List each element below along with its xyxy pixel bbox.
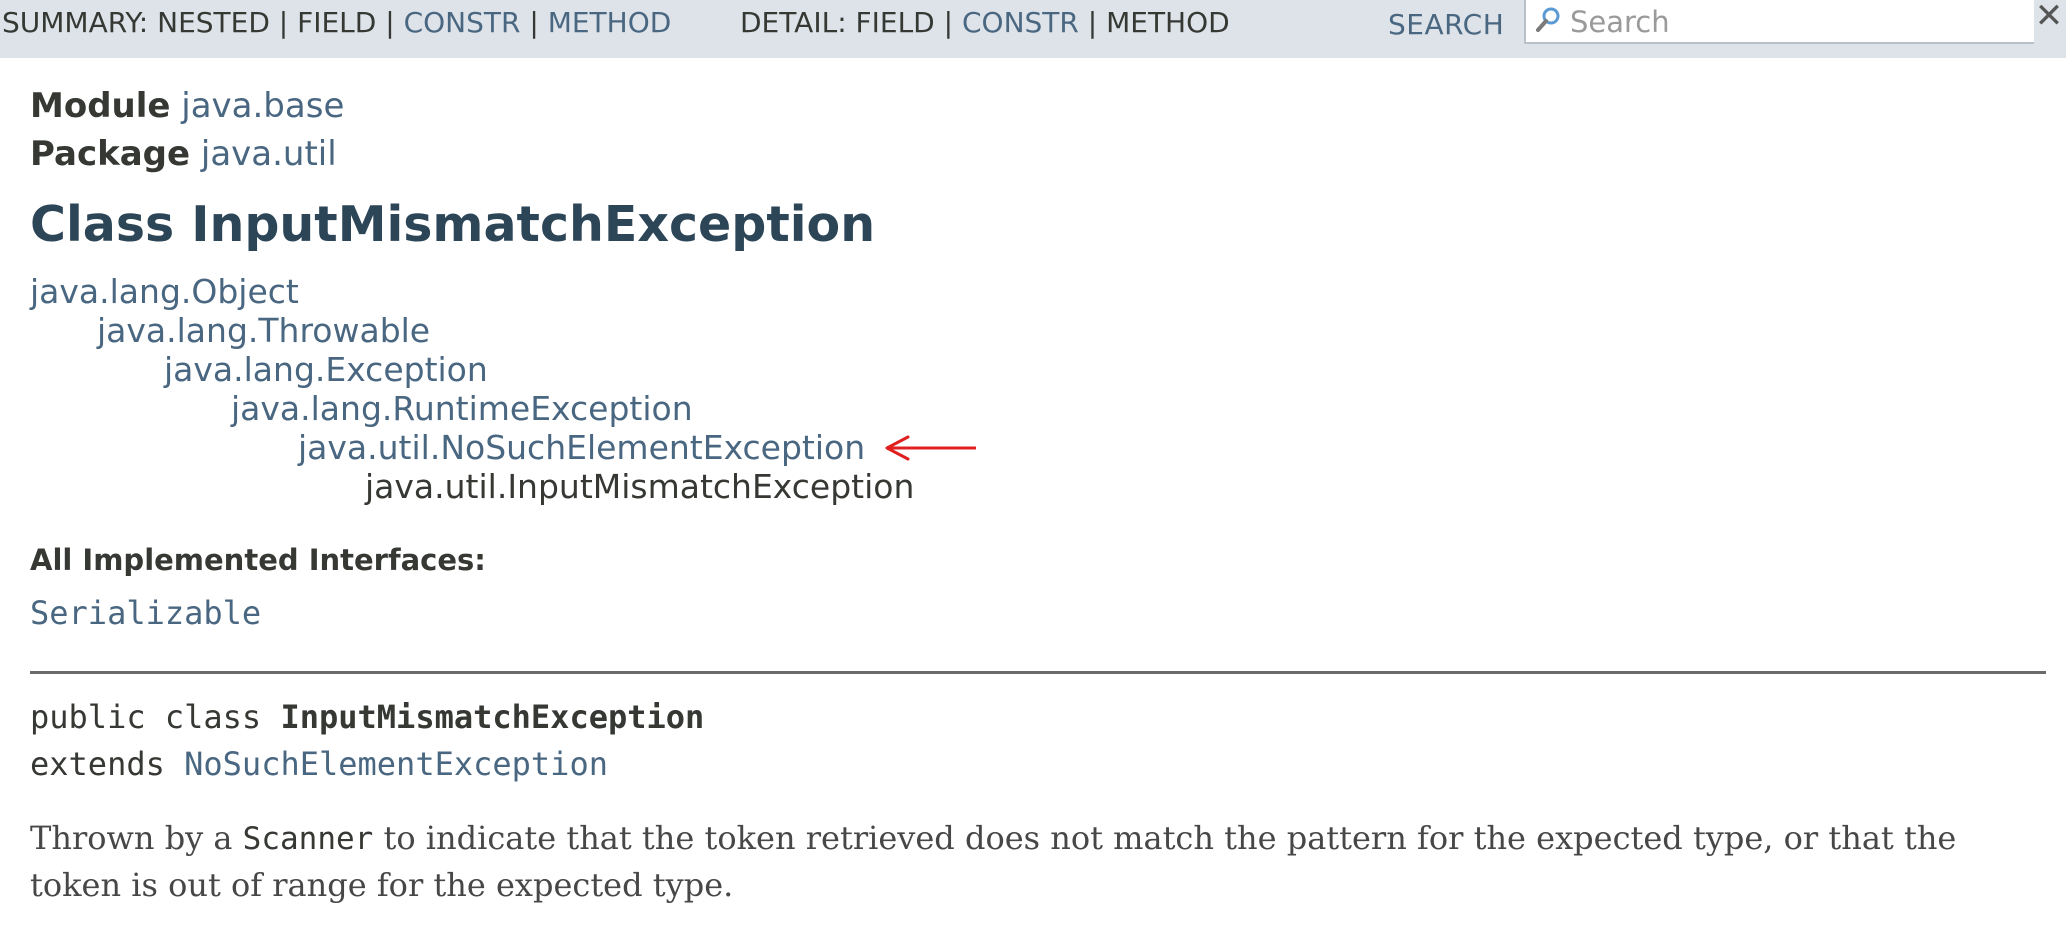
- interface-serializable-link[interactable]: Serializable: [30, 594, 261, 632]
- search-box[interactable]: [1524, 0, 2034, 44]
- summary-label: SUMMARY:: [2, 6, 158, 39]
- package-line: Package java.util: [30, 134, 337, 174]
- module-link[interactable]: java.base: [181, 86, 344, 126]
- inheritance-throwable-link[interactable]: java.lang.Throwable: [97, 311, 430, 350]
- summary-method-link[interactable]: METHOD: [548, 6, 672, 39]
- extends-keyword: extends: [30, 745, 185, 783]
- extends-superclass-link[interactable]: NoSuchElementException: [184, 745, 608, 783]
- inheritance-object-link[interactable]: java.lang.Object: [30, 272, 299, 311]
- divider: [30, 671, 2046, 674]
- separator: |: [1078, 6, 1107, 39]
- separator: |: [934, 6, 962, 39]
- inheritance-nosuchelementexception-link[interactable]: java.util.NoSuchElementException: [298, 428, 865, 467]
- search-input[interactable]: [1568, 2, 2032, 42]
- sub-navigation-bar: SUMMARY: NESTED | FIELD | CONSTR | METHO…: [0, 0, 2066, 58]
- description-code: Scanner: [242, 821, 374, 857]
- reset-search-icon[interactable]: ✕: [2032, 0, 2066, 34]
- module-line: Module java.base: [30, 86, 344, 126]
- search-icon: [1536, 7, 1560, 32]
- separator: |: [376, 6, 404, 39]
- detail-nav: DETAIL: FIELD | CONSTR | METHOD: [740, 6, 1230, 39]
- summary-constr-link[interactable]: CONSTR: [404, 6, 521, 39]
- inheritance-current-class: java.util.InputMismatchException: [365, 467, 915, 506]
- class-description: Thrown by a Scanner to indicate that the…: [30, 815, 2030, 908]
- description-text: Thrown by a: [30, 819, 243, 857]
- summary-field: FIELD: [297, 6, 377, 39]
- detail-field: FIELD: [855, 6, 935, 39]
- class-extends: extends NoSuchElementException: [30, 745, 608, 783]
- summary-nav: SUMMARY: NESTED | FIELD | CONSTR | METHO…: [2, 6, 671, 39]
- detail-constr-link[interactable]: CONSTR: [962, 6, 1079, 39]
- signature-modifiers: public class: [30, 698, 281, 736]
- separator: |: [520, 6, 548, 39]
- package-link[interactable]: java.util: [201, 134, 337, 174]
- separator: |: [269, 6, 298, 39]
- implemented-interfaces-label: All Implemented Interfaces:: [30, 543, 486, 577]
- page-title: Class InputMismatchException: [30, 196, 876, 253]
- detail-method: METHOD: [1106, 6, 1230, 39]
- summary-nested: NESTED: [157, 6, 270, 39]
- package-label: Package: [30, 134, 191, 174]
- module-label: Module: [30, 86, 171, 126]
- search-label[interactable]: SEARCH: [1388, 8, 1504, 41]
- class-signature: public class InputMismatchException: [30, 698, 704, 736]
- detail-label: DETAIL:: [740, 6, 856, 39]
- inheritance-exception-link[interactable]: java.lang.Exception: [164, 350, 488, 389]
- signature-class-name: InputMismatchException: [280, 698, 705, 736]
- annotation-arrow-icon: [885, 435, 976, 461]
- inheritance-runtimeexception-link[interactable]: java.lang.RuntimeException: [231, 389, 693, 428]
